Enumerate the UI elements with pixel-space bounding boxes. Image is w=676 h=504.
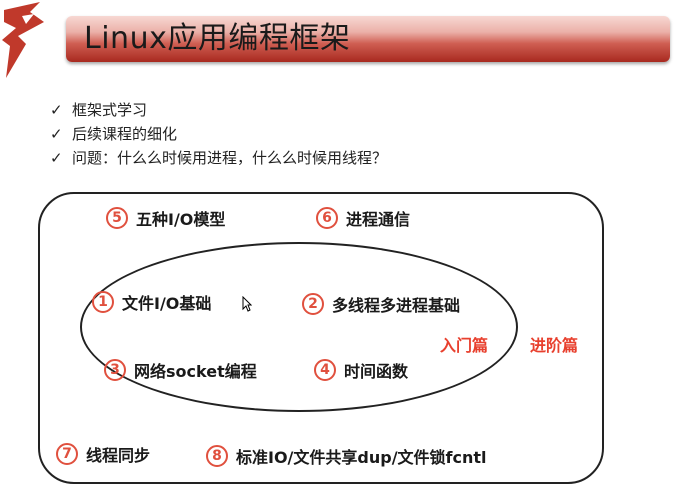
topic-label: 线程同步 <box>86 446 151 465</box>
number-circle-icon: 1 <box>92 291 114 313</box>
slide-title: Linux应用编程框架 <box>84 21 351 56</box>
topic-label: 网络socket编程 <box>134 362 257 381</box>
mouse-pointer-icon <box>242 296 252 312</box>
number-circle-icon: 5 <box>106 207 128 229</box>
topic-std-io: 8 标准IO/文件共享dup/文件锁fcntl <box>206 444 487 468</box>
check-icon: ✓ <box>50 149 63 167</box>
slide-title-bar: Linux应用编程框架 <box>66 16 670 62</box>
topic-thread-process: 2 多线程多进程基础 <box>302 292 460 316</box>
topic-label: 进程通信 <box>346 210 411 229</box>
number-circle-icon: 6 <box>316 207 338 229</box>
topic-thread-sync: 7 线程同步 <box>56 442 150 466</box>
bullet-item: ✓ 框架式学习 <box>50 98 387 122</box>
number-circle-icon: 2 <box>302 293 324 315</box>
advanced-level-tag: 进阶篇 <box>530 336 579 355</box>
number-circle-icon: 7 <box>56 443 78 465</box>
number-circle-icon: 3 <box>104 359 126 381</box>
topic-io-models: 5 五种I/O模型 <box>106 206 225 230</box>
topic-label: 多线程多进程基础 <box>332 296 461 315</box>
brand-logo-icon <box>2 2 44 78</box>
topic-ipc: 6 进程通信 <box>316 206 410 230</box>
bullet-text: 框架式学习 <box>72 101 148 119</box>
bullet-list: ✓ 框架式学习 ✓ 后续课程的细化 ✓ 问题：什么么时候用进程，什么么时候用线程？ <box>50 98 387 170</box>
topic-label: 标准IO/文件共享dup/文件锁fcntl <box>236 448 487 467</box>
topic-label: 五种I/O模型 <box>136 210 226 229</box>
topic-file-io: 1 文件I/O基础 <box>92 290 211 314</box>
check-icon: ✓ <box>50 101 63 119</box>
number-circle-icon: 8 <box>206 445 228 467</box>
bullet-item: ✓ 问题：什么么时候用进程，什么么时候用线程？ <box>50 146 387 170</box>
bullet-text: 问题：什么么时候用进程，什么么时候用线程？ <box>72 149 388 167</box>
bullet-item: ✓ 后续课程的细化 <box>50 122 387 146</box>
topic-socket: 3 网络socket编程 <box>104 358 257 382</box>
topic-label: 文件I/O基础 <box>122 294 212 313</box>
bullet-text: 后续课程的细化 <box>72 125 178 143</box>
number-circle-icon: 4 <box>314 359 336 381</box>
topic-label: 时间函数 <box>344 362 409 381</box>
check-icon: ✓ <box>50 125 63 143</box>
intro-scope-ellipse <box>80 242 518 412</box>
topic-time-functions: 4 时间函数 <box>314 358 408 382</box>
intro-level-tag: 入门篇 <box>440 336 489 355</box>
